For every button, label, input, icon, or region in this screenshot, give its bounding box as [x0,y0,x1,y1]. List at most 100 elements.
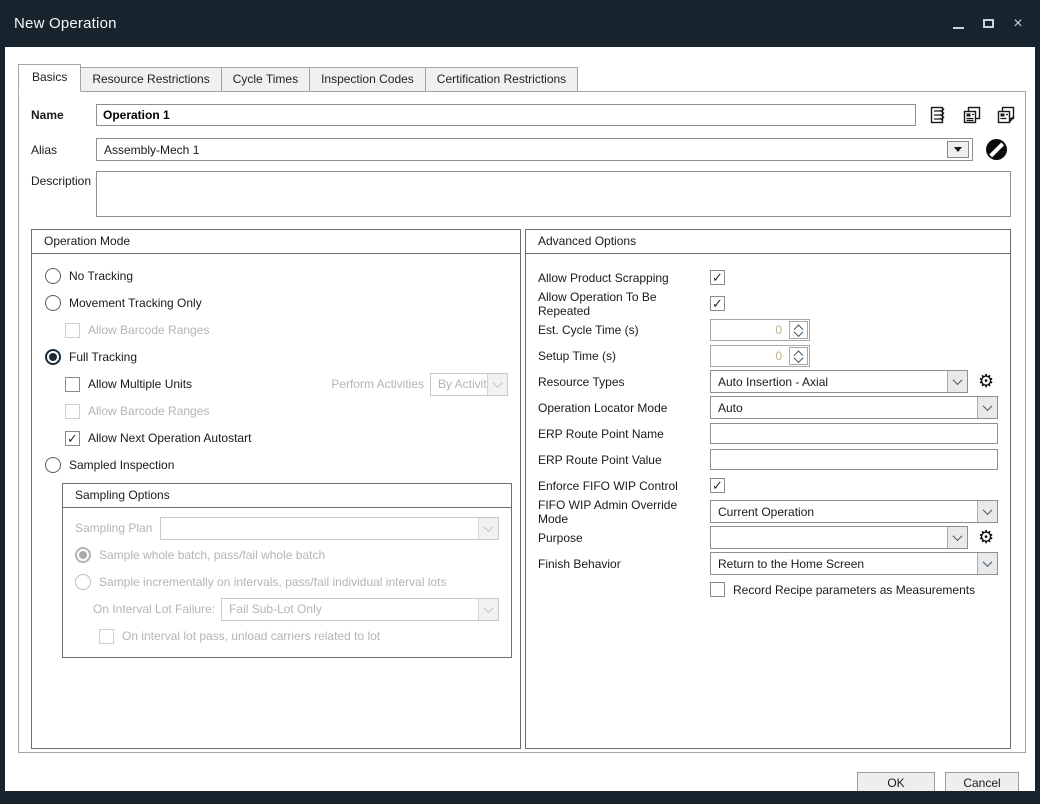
enforce-fifo-label: Enforce FIFO WIP Control [538,479,710,493]
operation-locator-mode-label: Operation Locator Mode [538,401,710,415]
chevron-down-icon[interactable] [947,371,967,392]
erp-route-point-name-label: ERP Route Point Name [538,427,710,441]
tab-resource-restrictions[interactable]: Resource Restrictions [80,67,221,91]
description-row: Description [19,171,1025,217]
sampling-plan-combo [160,517,499,540]
advanced-options-title: Advanced Options [526,230,1010,254]
operation-locator-mode-combo[interactable]: Auto [710,396,998,419]
perform-activities-label: Perform Activities [331,377,424,391]
finish-behavior-row: Finish Behavior Return to the Home Scree… [538,553,998,574]
purpose-combo[interactable] [710,526,968,549]
full-tracking-label: Full Tracking [69,350,137,364]
copy-new-icon[interactable] [996,105,1016,125]
movement-tracking-radio[interactable] [45,295,61,311]
name-row: Name [19,104,1025,126]
full-allow-barcode-label: Allow Barcode Ranges [88,404,209,418]
sampled-inspection-label: Sampled Inspection [69,458,174,472]
tab-cycle-times[interactable]: Cycle Times [221,67,310,91]
dialog-content: Basics Resource Restrictions Cycle Times… [5,47,1035,791]
advanced-options-panel: Advanced Options Allow Product Scrapping… [525,229,1011,749]
tab-inspection-codes[interactable]: Inspection Codes [309,67,426,91]
resource-types-combo[interactable]: Auto Insertion - Axial [710,370,968,393]
on-failure-label: On Interval Lot Failure: [93,602,215,616]
full-allow-barcode-checkbox [65,404,80,419]
setup-time-row: Setup Time (s) 0 [538,345,998,366]
sampling-whole-batch-row: Sample whole batch, pass/fail whole batc… [75,546,499,564]
option-allow-next-autostart[interactable]: Allow Next Operation Autostart [65,429,508,447]
alias-combo[interactable]: Assembly-Mech 1 [96,138,973,161]
name-label: Name [31,108,96,122]
cancel-button[interactable]: Cancel [945,772,1019,791]
tab-certification-restrictions[interactable]: Certification Restrictions [425,67,578,91]
unload-carriers-label: On interval lot pass, unload carriers re… [122,629,380,643]
option-sampled-inspection[interactable]: Sampled Inspection [45,456,508,474]
erp-route-point-name-field[interactable] [717,427,991,441]
dialog-window: New Operation × Basics Resource Restrict… [0,0,1040,804]
allow-product-scrapping-checkbox[interactable] [710,270,725,285]
option-movement-allow-barcode: Allow Barcode Ranges [65,321,508,339]
gear-icon[interactable]: ⚙ [978,529,994,547]
allow-operation-repeated-label: Allow Operation To Be Repeated [538,290,710,318]
option-no-tracking[interactable]: No Tracking [45,267,508,285]
fifo-override-mode-value: Current Operation [711,505,977,519]
option-movement-tracking[interactable]: Movement Tracking Only [45,294,508,312]
minimize-icon[interactable] [950,16,966,32]
resource-types-row: Resource Types Auto Insertion - Axial ⚙ [538,371,998,392]
erp-route-point-value-row: ERP Route Point Value [538,449,998,470]
movement-tracking-label: Movement Tracking Only [69,296,202,310]
maximize-icon[interactable] [980,16,996,32]
purpose-row: Purpose ⚙ [538,527,998,548]
sampling-plan-row: Sampling Plan [75,519,499,537]
spinner-updown-icon[interactable] [789,347,808,365]
incremental-radio [75,574,91,590]
gear-icon[interactable]: ⚙ [978,373,994,391]
est-cycle-time-value: 0 [711,323,788,337]
purpose-label: Purpose [538,531,710,545]
option-full-allow-barcode: Allow Barcode Ranges [65,402,508,420]
full-tracking-radio[interactable] [45,349,61,365]
erp-route-point-value-field[interactable] [717,453,991,467]
allow-next-autostart-checkbox[interactable] [65,431,80,446]
setup-time-value: 0 [711,349,788,363]
description-input[interactable] [96,171,1011,217]
erp-route-point-name-row: ERP Route Point Name [538,423,998,444]
ok-button[interactable]: OK [857,772,935,791]
chevron-down-icon[interactable] [977,501,997,522]
allow-product-scrapping-row: Allow Product Scrapping [538,267,998,288]
close-icon[interactable]: × [1010,16,1026,32]
name-input-field[interactable] [103,108,909,122]
copy-icon[interactable] [962,105,982,125]
checklist-icon[interactable] [928,105,948,125]
spinner-updown-icon[interactable] [789,321,808,339]
allow-multiple-units-checkbox[interactable] [65,377,80,392]
erp-route-point-name-input[interactable] [710,423,998,444]
sampling-incremental-row: Sample incrementally on intervals, pass/… [75,573,499,591]
enforce-fifo-checkbox[interactable] [710,478,725,493]
operation-locator-mode-row: Operation Locator Mode Auto [538,397,998,418]
no-entry-icon[interactable] [986,139,1007,160]
whole-batch-label: Sample whole batch, pass/fail whole batc… [99,548,325,562]
alias-dropdown-icon[interactable] [947,141,969,158]
fifo-override-mode-combo[interactable]: Current Operation [710,500,998,523]
operation-mode-title: Operation Mode [32,230,520,254]
description-label: Description [31,171,96,188]
name-actions [928,105,1016,125]
finish-behavior-combo[interactable]: Return to the Home Screen [710,552,998,575]
allow-next-autostart-label: Allow Next Operation Autostart [88,431,251,445]
record-recipe-checkbox[interactable] [710,582,725,597]
sampled-inspection-radio[interactable] [45,457,61,473]
est-cycle-time-row: Est. Cycle Time (s) 0 [538,319,998,340]
chevron-down-icon[interactable] [947,527,967,548]
no-tracking-radio[interactable] [45,268,61,284]
name-input[interactable] [96,104,916,126]
chevron-down-icon[interactable] [977,553,997,574]
chevron-down-icon[interactable] [977,397,997,418]
chevron-down-icon [478,599,498,620]
tab-basics[interactable]: Basics [18,64,81,92]
incremental-label: Sample incrementally on intervals, pass/… [99,575,447,589]
allow-operation-repeated-checkbox[interactable] [710,296,725,311]
movement-allow-barcode-checkbox [65,323,80,338]
option-full-tracking[interactable]: Full Tracking [45,348,508,366]
sampling-plan-label: Sampling Plan [75,521,152,535]
erp-route-point-value-input[interactable] [710,449,998,470]
